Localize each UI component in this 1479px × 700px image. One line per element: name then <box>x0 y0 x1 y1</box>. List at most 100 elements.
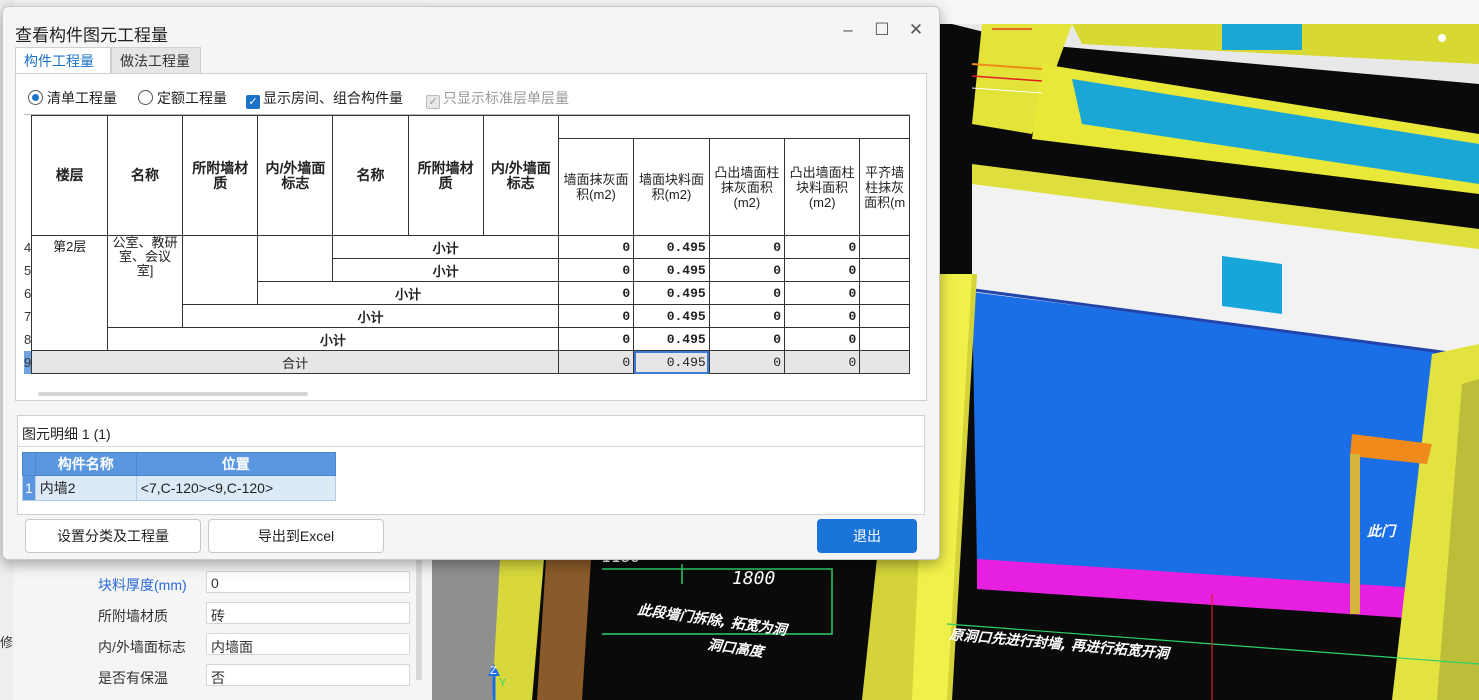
col-header: 名称 <box>106 115 184 236</box>
wall-side-cell <box>257 235 334 282</box>
total-row[interactable]: 9 合计 0 0.495 0 0 <box>24 350 910 374</box>
value-cell: 0.495 <box>633 235 710 259</box>
radio-icon <box>138 90 153 105</box>
prop-value[interactable]: 否 <box>206 664 410 686</box>
prop-label: 所附墙材质 <box>98 608 168 624</box>
divider <box>18 446 924 447</box>
export-excel-button[interactable]: 导出到Excel <box>208 519 384 553</box>
value-cell <box>859 258 910 282</box>
value-cell: 0.495 <box>633 304 710 328</box>
exit-button[interactable]: 退出 <box>817 519 917 553</box>
col-header: 凸出墙面柱抹灰面积(m2) <box>708 138 786 236</box>
value-cell: 0 <box>784 281 861 305</box>
col-header: 墙面块料面积(m2) <box>633 138 710 236</box>
value-cell: 0 <box>784 327 861 351</box>
col-header: 所附墙材质 <box>182 115 259 236</box>
value-cell: 0 <box>557 327 635 351</box>
row-number: 9 <box>24 350 32 374</box>
value-cell: 0.495 <box>633 327 710 351</box>
col-header: 内/外墙面标志 <box>482 115 559 236</box>
checkbox-standard-floor: ✓ 只显示标准层单层量 <box>426 88 569 109</box>
close-icon[interactable]: ✕ <box>905 19 927 41</box>
col-header: 名称 <box>332 115 409 236</box>
subtotal-cell: 小计 <box>332 235 559 259</box>
value-cell: 0 <box>784 304 861 328</box>
annotation-text: 此门 <box>1367 523 1397 540</box>
checkbox-label: 显示房间、组合构件量 <box>263 90 403 106</box>
checkbox-show-rooms[interactable]: ✓ 显示房间、组合构件量 <box>246 88 403 109</box>
checkbox-disabled-icon: ✓ <box>426 95 440 109</box>
col-header: 位置 <box>135 452 336 476</box>
selected-value-cell[interactable]: 0.495 <box>633 350 710 374</box>
row-number <box>24 116 32 139</box>
prop-value[interactable]: 砖 <box>206 602 410 624</box>
detail-title: 图元明细 1 (1) <box>22 426 111 442</box>
prop-row-block-thickness[interactable]: 块料厚度(mm) 0 <box>92 570 412 596</box>
side-text: 修 <box>0 635 14 650</box>
value-cell <box>859 304 910 328</box>
subtotal-cell: 小计 <box>182 304 559 328</box>
row-number: 6 <box>24 285 32 301</box>
quantity-grid: 楼层 名称 所附墙材质 内/外墙面标志 名称 所附墙材质 内/外墙面标志 墙面抹… <box>24 114 910 377</box>
set-category-button[interactable]: 设置分类及工程量 <box>25 519 201 553</box>
col-header: 墙面抹灰面积(m2) <box>557 138 635 236</box>
checkbox-checked-icon: ✓ <box>246 95 260 109</box>
row-number <box>24 139 32 236</box>
value-cell: 0 <box>708 258 786 282</box>
value-cell: 0 <box>708 350 786 374</box>
header-group-blank <box>557 115 910 139</box>
radio-bill-quantity[interactable]: 清单工程量 <box>28 88 117 108</box>
element-detail-panel: 图元明细 1 (1) 构件名称 位置 1 内墙2 <7,C-120><9,C-1… <box>17 415 925 515</box>
row-number: 1 <box>22 475 36 501</box>
value-cell <box>859 350 910 374</box>
col-header: 楼层 <box>31 115 108 236</box>
value-cell: 0 <box>784 350 861 374</box>
value-cell: 0.495 <box>633 281 710 305</box>
table-row[interactable]: 8 小计 0 0.495 0 0 <box>24 327 910 351</box>
radio-norm-quantity[interactable]: 定额工程量 <box>138 88 227 108</box>
value-cell: 0 <box>784 258 861 282</box>
total-cell: 合计 <box>31 350 559 374</box>
quantity-panel: 清单工程量 定额工程量 ✓ 显示房间、组合构件量 ✓ 只显示标准层单层量 楼层 名称… <box>15 73 927 401</box>
tab-component-quantity[interactable]: 构件工程量 <box>15 47 111 75</box>
prop-label: 内/外墙面标志 <box>98 639 186 655</box>
col-header: 内/外墙面标志 <box>257 115 334 236</box>
row-number: 4 <box>24 239 32 255</box>
maximize-icon[interactable]: ☐ <box>871 19 893 41</box>
component-name-cell: 内墙2 <box>34 475 137 501</box>
tab-method-quantity[interactable]: 做法工程量 <box>111 47 201 75</box>
header-index <box>22 452 36 476</box>
subtotal-cell: 小计 <box>257 281 559 305</box>
value-cell: 0 <box>557 281 635 305</box>
minimize-icon[interactable]: – <box>837 19 859 41</box>
floor-cell: 第2层 <box>31 235 108 351</box>
col-header: 所附墙材质 <box>407 115 484 236</box>
prop-label: 是否有保温 <box>98 670 168 686</box>
panel-scrollbar[interactable] <box>416 560 422 680</box>
position-cell: <7,C-120><9,C-120> <box>135 475 336 501</box>
horizontal-scrollbar[interactable] <box>38 392 308 396</box>
value-cell: 0 <box>557 258 635 282</box>
table-row[interactable]: 4 第2层 公室、教研室、会议室] 小计 0 0.495 0 0 <box>24 235 910 351</box>
material-cell <box>182 235 259 305</box>
dimension-label: 1800 <box>732 568 775 589</box>
prop-row-insulation[interactable]: 是否有保温 否 <box>92 663 412 689</box>
quantity-dialog: 查看构件图元工程量 – ☐ ✕ 构件工程量 做法工程量 清单工程量 定额工程量 … <box>2 6 940 560</box>
value-cell: 0 <box>557 350 635 374</box>
prop-row-wall-material[interactable]: 所附墙材质 砖 <box>92 601 412 627</box>
value-cell: 0 <box>708 327 786 351</box>
row-number: 7 <box>24 308 32 324</box>
detail-row[interactable]: 1 内墙2 <7,C-120><9,C-120> <box>22 475 336 501</box>
checkbox-label: 只显示标准层单层量 <box>443 90 569 106</box>
prop-value[interactable]: 内墙面 <box>206 633 410 655</box>
value-cell: 0.495 <box>633 258 710 282</box>
radio-label: 清单工程量 <box>47 90 117 106</box>
annotation-text: 洞口高度 <box>706 636 767 661</box>
row-number: 8 <box>24 331 32 347</box>
row-number: 5 <box>24 262 32 278</box>
prop-row-wall-side[interactable]: 内/外墙面标志 内墙面 <box>92 632 412 658</box>
prop-value[interactable]: 0 <box>206 571 410 593</box>
subtotal-cell: 小计 <box>332 258 559 282</box>
col-header: 凸出墙面柱块料面积(m2) <box>784 138 861 236</box>
annotation-text: 原洞口先进行封墙, 再进行拓宽开洞 <box>948 626 1173 662</box>
